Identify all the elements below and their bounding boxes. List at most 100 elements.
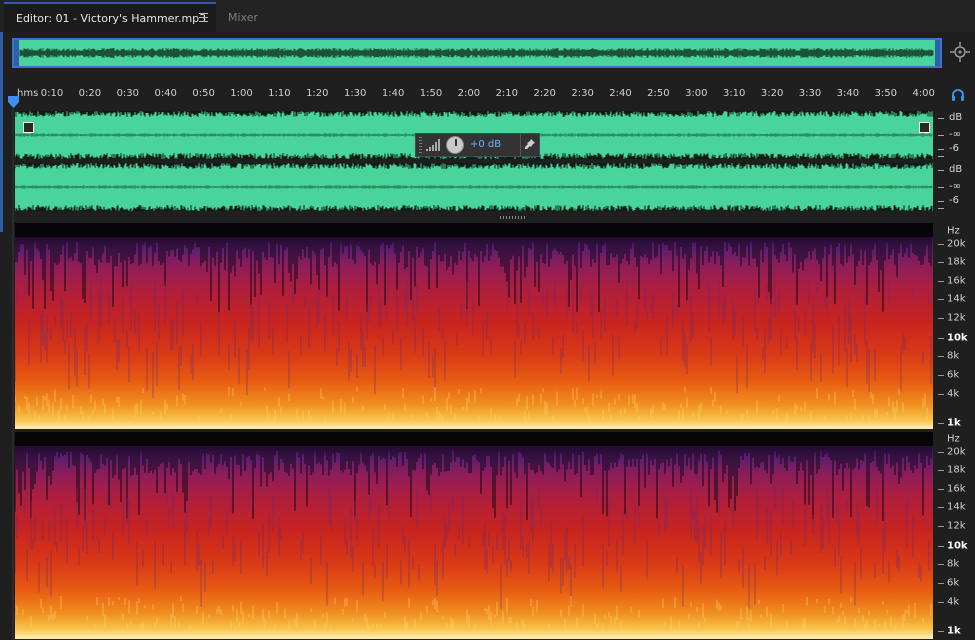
- db-label-neg6: -6: [949, 143, 959, 154]
- ruler-tick-label: 3:00: [685, 88, 708, 99]
- hz-unit-label: Hz: [947, 433, 960, 445]
- ruler-tick-label: 1:40: [381, 88, 405, 99]
- waveform-trace-segment: [15, 205, 933, 211]
- hz-tick-mark: [938, 470, 944, 471]
- frequency-scale-left: Hz 20k 18k 16k 14k 12k 10k 8k 6k 4k 1k: [935, 224, 975, 430]
- hz-tick-mark: [938, 489, 944, 490]
- overview-waveform: [19, 48, 934, 58]
- hz-tick-mark: [938, 546, 944, 547]
- hz-tick-label: 14k: [947, 501, 966, 513]
- ruler-tick-label: 4:00: [912, 88, 935, 99]
- hud-separator: [520, 134, 521, 156]
- overview-handle-right[interactable]: [935, 40, 940, 66]
- hz-tick-label: 12k: [947, 520, 966, 532]
- hz-tick-mark: [938, 394, 944, 395]
- hz-tick-label: 4k: [947, 388, 960, 400]
- hz-tick-mark: [938, 356, 944, 357]
- spectrogram-channel-right[interactable]: [15, 446, 933, 636]
- hz-tick-mark: [938, 318, 944, 319]
- db-unit-label: dB: [949, 112, 963, 123]
- ruler-tick-label: 2:20: [533, 88, 556, 99]
- waveform-channel-right[interactable]: [15, 163, 933, 211]
- ruler-tick-label: 3:10: [722, 88, 746, 99]
- hz-tick-label: 14k: [947, 293, 966, 305]
- hz-tick-label: 6k: [947, 369, 960, 381]
- amplitude-scale-right: dB -∞ -6: [935, 162, 975, 212]
- spectrogram-right-texture: [15, 446, 932, 636]
- panel-border: [12, 108, 14, 640]
- ruler-tick-label: 3:20: [760, 88, 784, 99]
- hz-tick-mark: [938, 262, 944, 263]
- waveform-right-trace: [15, 163, 933, 211]
- hz-tick-label: 6k: [947, 577, 960, 589]
- spectrogram-left-texture: [15, 237, 932, 427]
- hz-tick-label: 1k: [947, 625, 961, 637]
- hz-tick-mark: [938, 564, 944, 565]
- hz-tick-label: 18k: [947, 464, 966, 476]
- hz-tick-mark: [938, 375, 944, 376]
- tab-editor[interactable]: Editor: 01 - Victory's Hammer.mp3: [4, 2, 216, 32]
- hz-tick-mark: [938, 244, 944, 245]
- spectrogram-streaks: [15, 486, 930, 610]
- tab-mixer-label: Mixer: [228, 11, 259, 24]
- db-label-neg-inf: -∞: [949, 181, 961, 192]
- spectrogram-channel-left[interactable]: [15, 237, 933, 427]
- hz-tick-label: 8k: [947, 558, 960, 570]
- menu-icon[interactable]: [199, 13, 208, 22]
- ruler-tick-label: 3:40: [836, 88, 860, 99]
- hz-tick-mark: [938, 299, 944, 300]
- volume-bars-icon: [426, 139, 440, 151]
- hz-tick-mark: [938, 338, 944, 339]
- playhead-icon[interactable]: [8, 96, 19, 108]
- ruler-tick-label: 2:00: [457, 88, 481, 99]
- db-label-neg-inf: -∞: [949, 129, 961, 140]
- hz-tick-label: 20k: [947, 238, 966, 250]
- hz-tick-label: 1k: [947, 417, 961, 429]
- overview-navigator[interactable]: [12, 38, 942, 68]
- ruler-tick-label: 2:30: [571, 88, 594, 99]
- overview-handle-left[interactable]: [14, 40, 19, 66]
- fade-out-handle-icon[interactable]: [919, 122, 930, 133]
- hud-volume-control[interactable]: +0 dB: [415, 133, 540, 157]
- hz-tick-mark: [938, 526, 944, 527]
- hz-tick-mark: [938, 602, 944, 603]
- hud-drag-grip[interactable]: [419, 137, 422, 153]
- ruler-tick-label: 3:30: [798, 88, 822, 99]
- waveform-trace-segment: [15, 111, 933, 117]
- hz-tick-label: 16k: [947, 483, 966, 495]
- zoom-icon[interactable]: [949, 41, 971, 63]
- amplitude-scale-left: dB -∞ -6: [935, 110, 975, 160]
- hz-tick-mark: [938, 281, 944, 282]
- view-divider-grip[interactable]: [500, 216, 526, 219]
- db-unit-label: dB: [949, 164, 963, 175]
- ruler-tick-label: 1:50: [419, 88, 443, 99]
- ruler-tick-label: 3:50: [874, 88, 898, 99]
- hz-tick-label: 8k: [947, 350, 960, 362]
- waveform-trace-segment: [15, 163, 933, 169]
- frequency-scale-right: Hz 20k 18k 16k 14k 12k 10k 8k 6k 4k 1k: [935, 432, 975, 638]
- ruler-tick-label: 0:40: [154, 88, 177, 99]
- hz-tick-mark: [938, 452, 944, 453]
- hz-tick-mark: [938, 507, 944, 508]
- ruler-tick-label: 0:10: [40, 88, 64, 99]
- time-ruler[interactable]: hms 0:10 0:20 0:30 0:40 0:50 1:00 1:10 1:20 1:30…: [12, 82, 942, 106]
- ruler-tick-label: 1:10: [268, 88, 291, 99]
- ruler-tick-label: 2:50: [647, 88, 670, 99]
- pin-icon[interactable]: [524, 138, 536, 150]
- ruler-tick-label: 0:50: [192, 88, 215, 99]
- volume-value[interactable]: +0 dB: [470, 139, 501, 150]
- fade-in-handle-icon[interactable]: [23, 122, 34, 133]
- headphone-icon[interactable]: [951, 88, 965, 102]
- hz-tick-mark: [938, 631, 944, 632]
- overview-trace: [19, 48, 934, 58]
- tab-bar: Editor: 01 - Victory's Hammer.mp3 Mixer: [0, 0, 975, 32]
- tab-mixer[interactable]: Mixer: [218, 2, 284, 32]
- spectrogram-streaks: [15, 446, 932, 521]
- spectrogram-left-baseline: [15, 426, 933, 429]
- volume-knob-icon[interactable]: [446, 136, 464, 154]
- tab-editor-label: Editor: 01 - Victory's Hammer.mp3: [16, 12, 207, 25]
- hz-tick-label: 20k: [947, 446, 966, 458]
- ruler-unit: hms: [17, 88, 39, 99]
- ruler-tick-label: 2:40: [609, 88, 632, 99]
- db-label-neg6: -6: [949, 195, 959, 206]
